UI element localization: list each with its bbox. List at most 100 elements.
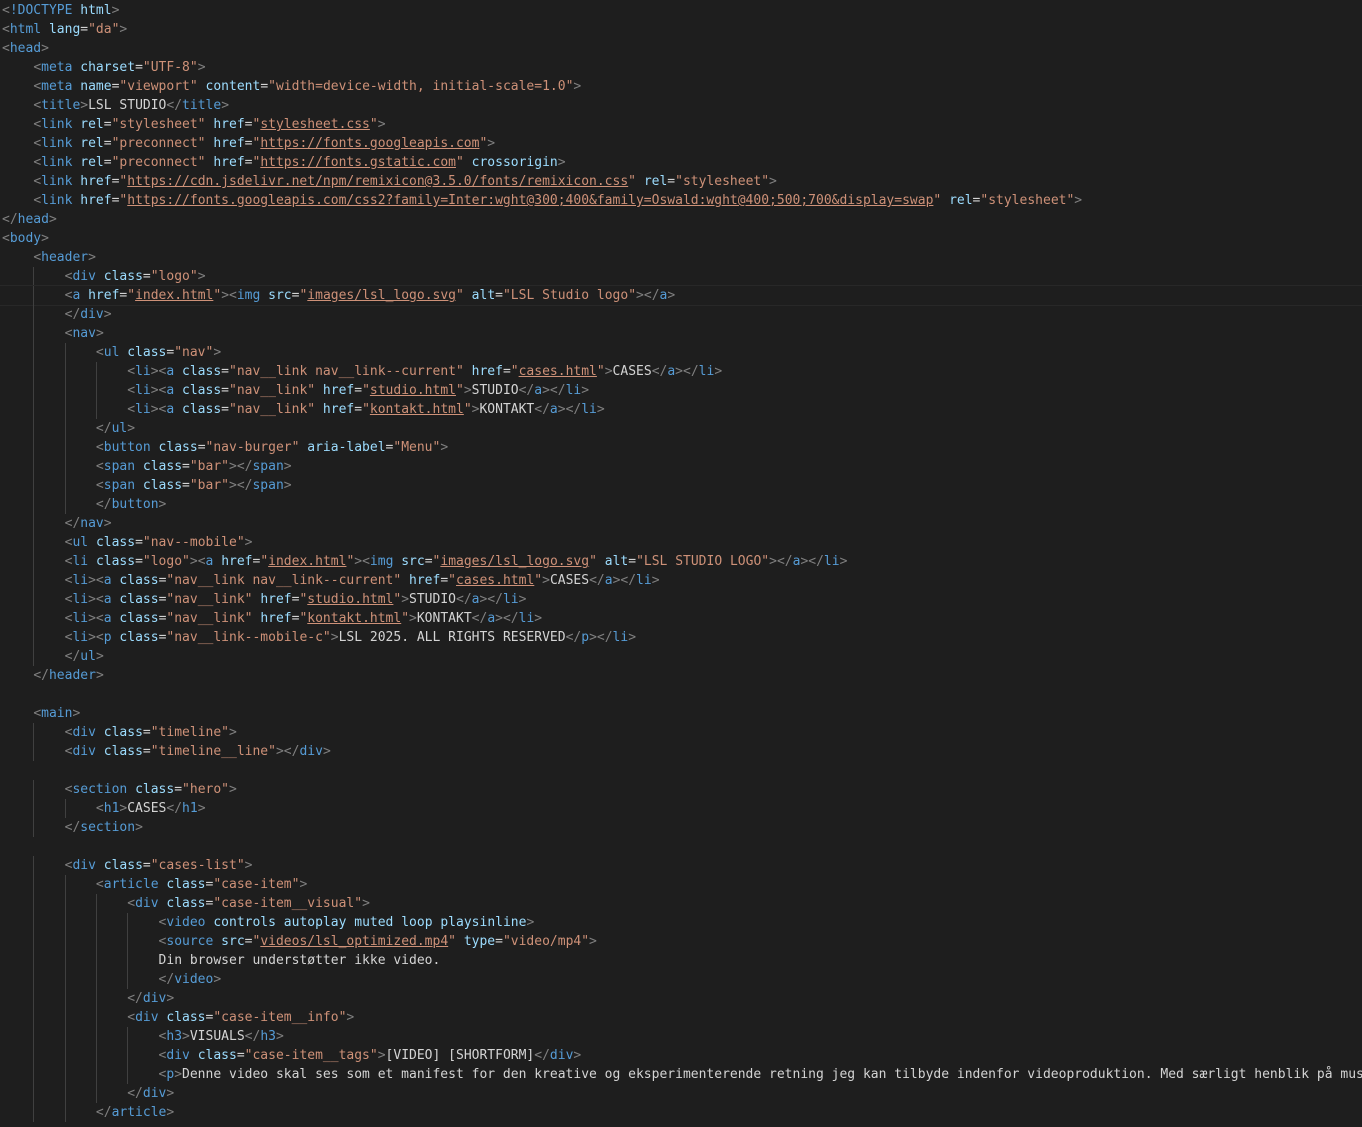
code-line[interactable]: <main> (0, 704, 1362, 723)
code-line[interactable]: <div class="case-item__info"> (0, 1008, 1362, 1027)
code-line[interactable]: <source src="videos/lsl_optimized.mp4" t… (0, 932, 1362, 951)
code-line[interactable]: <div class="case-item__tags">[VIDEO] [SH… (0, 1046, 1362, 1065)
code-line[interactable]: </ul> (0, 419, 1362, 438)
code-line[interactable]: <meta charset="UTF-8"> (0, 58, 1362, 77)
attribute-value: " (260, 554, 269, 569)
code-line[interactable]: </video> (0, 970, 1362, 989)
attribute-name: src (268, 288, 292, 303)
code-line[interactable]: <div class="timeline__line"></div> (0, 742, 1362, 761)
code-line[interactable]: <li><a class="nav__link nav__link--curre… (0, 571, 1362, 590)
indent-guide (33, 457, 35, 476)
code-line[interactable]: <li><a class="nav__link nav__link--curre… (0, 362, 1362, 381)
code-line[interactable]: </div> (0, 1084, 1362, 1103)
code-line[interactable]: <div class="logo"> (0, 267, 1362, 286)
code-editor[interactable]: <!DOCTYPE html> <html lang="da"> <head> <m… (0, 0, 1362, 1127)
code-line[interactable]: </div> (0, 989, 1362, 1008)
code-line[interactable]: </head> (0, 210, 1362, 229)
code-line[interactable]: <li><a class="nav__link" href="kontakt.h… (0, 609, 1362, 628)
code-line[interactable]: <div class="timeline"> (0, 723, 1362, 742)
code-line[interactable]: <h3>VISUALS</h3> (0, 1027, 1362, 1046)
code-line[interactable]: <link href="https://fonts.googleapis.com… (0, 191, 1362, 210)
code-line[interactable]: <div class="case-item__visual"> (0, 894, 1362, 913)
code-line[interactable]: </section> (0, 818, 1362, 837)
code-line[interactable] (0, 837, 1362, 856)
tag-name: li (612, 630, 629, 645)
code-line[interactable]: <p>Denne video skal ses som et manifest … (0, 1065, 1362, 1084)
code-line[interactable]: <li><a class="nav__link" href="studio.ht… (0, 381, 1362, 400)
code-line[interactable]: <link rel="stylesheet" href="stylesheet.… (0, 115, 1362, 134)
code-line[interactable]: <body> (0, 229, 1362, 248)
bracket: < (33, 60, 42, 75)
tag-name: header (48, 668, 96, 683)
bracket: </ (64, 516, 81, 531)
bracket: < (33, 193, 42, 208)
bracket: > (41, 41, 49, 56)
indent-guide (33, 894, 35, 913)
code-line[interactable]: <link rel="preconnect" href="https://fon… (0, 153, 1362, 172)
indent-guide (64, 1046, 66, 1065)
attribute-value: "hero" (182, 782, 230, 797)
code-line[interactable]: <link rel="preconnect" href="https://fon… (0, 134, 1362, 153)
code-line[interactable]: <nav> (0, 324, 1362, 343)
code-line[interactable]: <li><a class="nav__link" href="kontakt.h… (0, 400, 1362, 419)
tag-name: a (487, 611, 496, 626)
code-line[interactable]: Din browser understøtter ikke video. (0, 951, 1362, 970)
code-line[interactable]: <link href = "https://cdn.jsdelivr.net/npm… (0, 172, 1362, 191)
code-line[interactable]: <article class="case-item"> (0, 875, 1362, 894)
code-line[interactable]: <section class="hero"> (0, 780, 1362, 799)
bracket: < (33, 706, 42, 721)
code-line[interactable] (0, 761, 1362, 780)
indent-guide (33, 647, 35, 666)
code-line[interactable]: <!DOCTYPE html> (0, 1, 1362, 20)
code-line[interactable]: <button class="nav-burger" aria-label="M… (0, 438, 1362, 457)
bracket: > (346, 1010, 355, 1025)
attribute-value: "viewport" (119, 79, 198, 94)
code-line[interactable]: <li><a class="nav__link" href="studio.ht… (0, 590, 1362, 609)
code-line[interactable]: </div> (0, 305, 1362, 324)
bracket: > (197, 269, 206, 284)
code-line[interactable]: <h1>CASES</h1> (0, 799, 1362, 818)
tag-name: li (823, 554, 840, 569)
code-line[interactable]: </article> (0, 1103, 1362, 1122)
code-line[interactable]: <html lang="da"> (0, 20, 1362, 39)
bracket: > (166, 1105, 175, 1120)
tag-name: li (502, 592, 519, 607)
code-line[interactable]: <ul class="nav--mobile"> (0, 533, 1362, 552)
code-line[interactable]: </button> (0, 495, 1362, 514)
bracket: >< (88, 611, 104, 626)
attribute-name: class (166, 1010, 206, 1025)
tag-name: ul (72, 535, 89, 550)
code-line[interactable]: <head> (0, 39, 1362, 58)
tag-name: div (166, 1048, 190, 1063)
tag-name: li (636, 573, 652, 588)
attribute-name: href (322, 402, 355, 417)
indentation (2, 136, 33, 151)
code-line[interactable]: <span class="bar"></span> (0, 457, 1362, 476)
indent-guide (127, 932, 129, 951)
code-line[interactable]: <li><p class="nav__link--mobile-c">LSL 2… (0, 628, 1362, 647)
attribute-name: class (197, 1048, 237, 1063)
bracket: < (33, 117, 42, 132)
indent-guide (64, 1084, 66, 1103)
code-line[interactable]: <title>LSL STUDIO</title> (0, 96, 1362, 115)
code-line[interactable]: <meta name="viewport" content="width=dev… (0, 77, 1362, 96)
code-line[interactable]: <span class="bar"></span> (0, 476, 1362, 495)
code-line[interactable]: </nav> (0, 514, 1362, 533)
code-line[interactable]: <li class="logo"><a href="index.html"><i… (0, 552, 1362, 571)
attribute-name: class (182, 402, 222, 417)
text-content: VISUALS (189, 1029, 245, 1044)
code-line[interactable]: <a href="index.html"><img src="images/ls… (0, 285, 1362, 306)
tag-name: div (80, 307, 104, 322)
code-line[interactable]: <video controls autoplay muted loop play… (0, 913, 1362, 932)
attribute-name: name (80, 79, 112, 94)
bracket: < (2, 41, 10, 56)
code-line[interactable]: <header> (0, 248, 1362, 267)
tag-name: a (549, 402, 558, 417)
code-line[interactable]: </ul> (0, 647, 1362, 666)
text-content (41, 22, 49, 37)
code-line[interactable]: <div class="cases-list"> (0, 856, 1362, 875)
code-line[interactable]: <ul class="nav"> (0, 343, 1362, 362)
tag-name: ul (80, 649, 96, 664)
code-line[interactable] (0, 685, 1362, 704)
code-line[interactable]: </header> (0, 666, 1362, 685)
